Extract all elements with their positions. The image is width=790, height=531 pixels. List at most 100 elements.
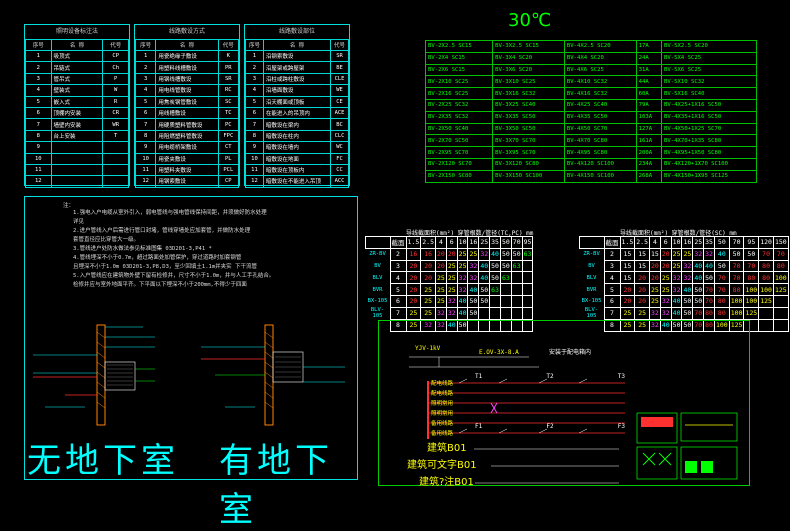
- legend-cell: 用阻燃塑料管敷设: [155, 129, 219, 143]
- legend-table: 序号 名 称 代号 1 吸顶式 CP 2 吊链式 Ch 3 管吊式 P 4 壁装式 W 5 嵌入式 R 6 顶棚…: [25, 39, 129, 188]
- wire-cell: BV-4X150 SC100: [563, 169, 637, 183]
- column-header: 1.5: [405, 236, 422, 249]
- legend-cell: T: [102, 129, 129, 143]
- conduit-cell: 32: [703, 247, 715, 261]
- distribution-panel: YJV-1kV E.OV-3X-8.A 安装于配电箱内 T1 T2 T3 F1 …: [378, 320, 750, 488]
- legend-cell: 用塑料夹敷设: [155, 163, 219, 177]
- legend-cell: 5: [25, 95, 52, 108]
- legend-cell: 沿墙面敷设: [262, 84, 332, 97]
- column-header: 50: [713, 236, 730, 249]
- conduit-cell: [510, 294, 523, 308]
- wire-cell: BV-4X120 SC100: [563, 157, 637, 171]
- conduit-cell: [489, 306, 501, 320]
- column-header: 25: [478, 236, 491, 249]
- legend-cell: 在能进入的吊顶内: [262, 106, 332, 120]
- legend-row: 4 用电线管敷设 RC: [134, 84, 240, 97]
- conduit-cell: 20: [649, 271, 661, 285]
- wire-cell: 44A: [635, 75, 663, 89]
- legend-cell: 1: [245, 49, 264, 63]
- conduit-cell: 32: [692, 247, 705, 261]
- conduit-cell: 80: [703, 306, 715, 320]
- conduit-cell: 50: [510, 247, 523, 261]
- legend-row: 12: [25, 175, 129, 188]
- legend-cell: 用电线管敷设: [155, 84, 219, 97]
- legend-row: 9 暗敷设在墙内 WC: [245, 141, 349, 154]
- conduit-row: BVR 5 20 20 25 25 32 40 50 70 70 80 100 100 125: [580, 283, 789, 296]
- conduit-cell: 70: [692, 306, 705, 320]
- conduit-cell: 70: [703, 283, 715, 296]
- phase-label: T2: [546, 373, 554, 380]
- conduit-cell: 70: [728, 271, 745, 285]
- conduit-cell: 15: [619, 271, 636, 285]
- legend-row: 6 在能进入的吊顶内 ACE: [245, 106, 349, 120]
- legend-table-panel-2: 线路敷设方式 序号 名 称 代号 1 用瓷绝缘子敷设 K 2 用塑料线槽敷设 PR 3 用钢线…: [134, 24, 240, 188]
- wire-cell: BV-3X70 SC70: [492, 134, 565, 148]
- legend-cell: 用瓷夹敷设: [155, 152, 219, 165]
- conduit-cell: 20: [634, 294, 650, 308]
- legend-table-panel-3: 线路敷设部位 序号 名 称 代号 1 沿钢索敷设 SR 2 沿屋架或跨屋架 BE 3 沿柱或跨…: [244, 24, 350, 188]
- conduit-cell: [758, 306, 774, 320]
- conduit-cell: [499, 306, 512, 320]
- legend-row: 1 吸顶式 CP: [25, 49, 129, 63]
- conduit-type-label: ZR-BV: [369, 251, 386, 258]
- wire-cell: 17A: [635, 40, 663, 53]
- legend-cell: CP: [217, 175, 240, 188]
- legend-row: 12 暗敷设在不能进入吊顶 ACC: [245, 175, 349, 188]
- conduit-row: BLV-105 7 25 25 32 32 40 50 70 80 80 100 125: [580, 306, 789, 320]
- notes-panel: 注： 1.强电入户电缆从室外引入，弱电管线与强电管线保持间距，并须做好防水处理 …: [24, 196, 358, 530]
- column-header: 截面: [603, 236, 621, 249]
- conduit-cell: 20: [619, 294, 636, 308]
- building-label-1: 建筑B01: [427, 443, 467, 454]
- legend-row: 8 用阻燃塑料管敷设 FPC: [134, 129, 240, 143]
- conduit-cell: 40: [478, 259, 491, 273]
- wire-cell: BV-3X150 SC100: [492, 169, 565, 183]
- legend-cell: 用塑料线槽敷设: [155, 61, 219, 74]
- wire-cell: BV-5X10 SC32: [661, 75, 757, 89]
- legend-cell: R: [102, 95, 129, 108]
- legend-cell: 用瓷绝缘子敷设: [155, 49, 219, 63]
- column-header: 代号: [330, 39, 349, 51]
- legend-cell: 沿天棚面或顶板: [262, 95, 332, 108]
- wire-cell: BV-2X120 SC70: [424, 157, 494, 171]
- conduit-cell: 20: [659, 247, 672, 261]
- conduit-cell: 32: [659, 306, 672, 320]
- conduit-cell: 50: [478, 294, 491, 308]
- conduit-cell: 25: [445, 259, 458, 273]
- conduit-cell: [510, 306, 523, 320]
- conduit-cell: 25: [435, 294, 447, 308]
- wire-row: BV-2X2.5 SC15 BV-3X2.5 SC15 BV-4X2.5 SC20 1…: [424, 40, 757, 53]
- conduit-cell: 50: [499, 247, 512, 261]
- legend-cell: 用硬质塑料管敷设: [155, 118, 219, 131]
- legend-table-panel-1: 照明设备标注法 序号 名 称 代号 1 吸顶式 CP 2 吊链式 Ch 3 管吊式 P 4 壁装式 W…: [24, 24, 130, 188]
- column-header: 序号: [245, 39, 264, 51]
- conduit-cell: [510, 283, 523, 296]
- legend-row: 2 沿屋架或跨屋架 BE: [245, 61, 349, 74]
- conduit-cell: [758, 318, 774, 332]
- legend-row: 8 暗敷设在柱内 CLC: [245, 129, 349, 143]
- wire-cell: BV-2X10 SC25: [424, 75, 494, 89]
- legend-cell: 沿屋架或跨屋架: [262, 61, 332, 74]
- column-header: 10: [456, 236, 469, 249]
- conduit-cell: 50: [681, 306, 694, 320]
- conduit-cell: 4: [603, 271, 621, 285]
- conduit-cell: 32: [435, 306, 447, 320]
- conduit-table-right: 截面 1.5 2.5 4 6 10 16 25 35 50 70 95 120 150 ZR-BV 2 15 15…: [579, 236, 789, 332]
- conduit-cell: 15: [619, 247, 636, 261]
- wire-cell: BV-2X70 SC50: [424, 134, 494, 148]
- wire-cell: BV-4X150+1X95 SC125: [661, 169, 757, 183]
- conduit-cell: 32: [445, 306, 458, 320]
- legend-row: 5 嵌入式 R: [25, 95, 129, 108]
- wire-row: BV-2X150 SC80 BV-3X150 SC100 BV-4X150 SC10…: [424, 169, 757, 183]
- legend-cell: TC: [217, 106, 240, 120]
- column-header: 名 称: [262, 39, 332, 51]
- conduit-cell: 32: [649, 306, 661, 320]
- legend-cell: [102, 152, 129, 165]
- legend-cell: BC: [330, 118, 349, 131]
- column-header: 名 称: [155, 39, 219, 51]
- conduit-cell: 4: [389, 271, 407, 285]
- legend-cell: 暗敷设在地面: [262, 152, 332, 165]
- conduit-cell: 25: [445, 271, 458, 285]
- conduit-cell: 40: [692, 259, 705, 273]
- legend-row: 7 用硬质塑料管敷设 PC: [134, 118, 240, 131]
- note-line: 详见: [73, 219, 85, 225]
